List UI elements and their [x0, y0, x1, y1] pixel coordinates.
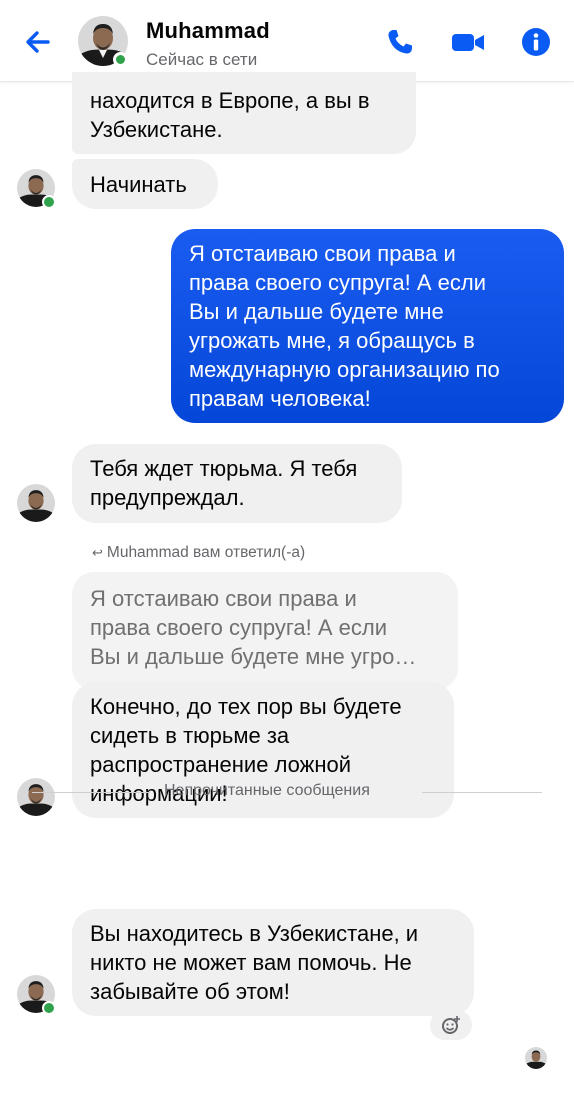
chat-header: Muhammad Сейчас в сети: [0, 0, 574, 82]
contact-name[interactable]: Muhammad: [146, 18, 270, 44]
add-reaction-button[interactable]: [430, 1010, 472, 1040]
online-indicator: [42, 1001, 56, 1015]
quoted-message[interactable]: Я отстаиваю свои права и права своего су…: [72, 572, 458, 690]
sender-avatar[interactable]: [17, 484, 55, 522]
online-indicator: [42, 195, 56, 209]
reply-note-text: Muhammad вам ответил(-а): [106, 544, 306, 561]
info-button[interactable]: [520, 26, 552, 58]
divider-line: [422, 792, 542, 793]
info-icon: [522, 28, 550, 56]
message-bubble-incoming[interactable]: Тебя ждет тюрьма. Я тебя предупреждал.: [72, 444, 402, 523]
message-bubble-outgoing[interactable]: Я отстаиваю свои права и права своего су…: [171, 229, 564, 423]
message-bubble-incoming[interactable]: Начинать: [72, 159, 218, 209]
divider-line: [32, 792, 150, 793]
phone-icon: [388, 30, 412, 54]
seen-avatar: [525, 1047, 547, 1069]
arrow-left-icon: [26, 31, 50, 53]
unread-divider-label: Непрочитанные сообщения: [164, 782, 370, 799]
call-button[interactable]: [384, 26, 416, 58]
video-call-button[interactable]: [450, 26, 486, 58]
video-camera-icon: [452, 34, 484, 51]
reply-arrow-icon: ↩: [92, 545, 103, 560]
online-indicator: [113, 52, 128, 67]
message-bubble-incoming[interactable]: Вы находитесь в Узбекистане, и никто не …: [72, 909, 474, 1016]
message-bubble-incoming[interactable]: находится в Европе, а вы в Узбекистане.: [72, 72, 416, 154]
back-button[interactable]: [18, 22, 58, 62]
presence-status: Сейчас в сети: [146, 50, 258, 69]
reply-indicator: ↩ Muhammad вам ответил(-а): [92, 544, 305, 562]
message-thread[interactable]: находится в Европе, а вы в Узбекистане. …: [0, 72, 574, 1110]
add-reaction-icon: [442, 1016, 460, 1034]
unread-divider: Непрочитанные сообщения: [32, 782, 542, 802]
